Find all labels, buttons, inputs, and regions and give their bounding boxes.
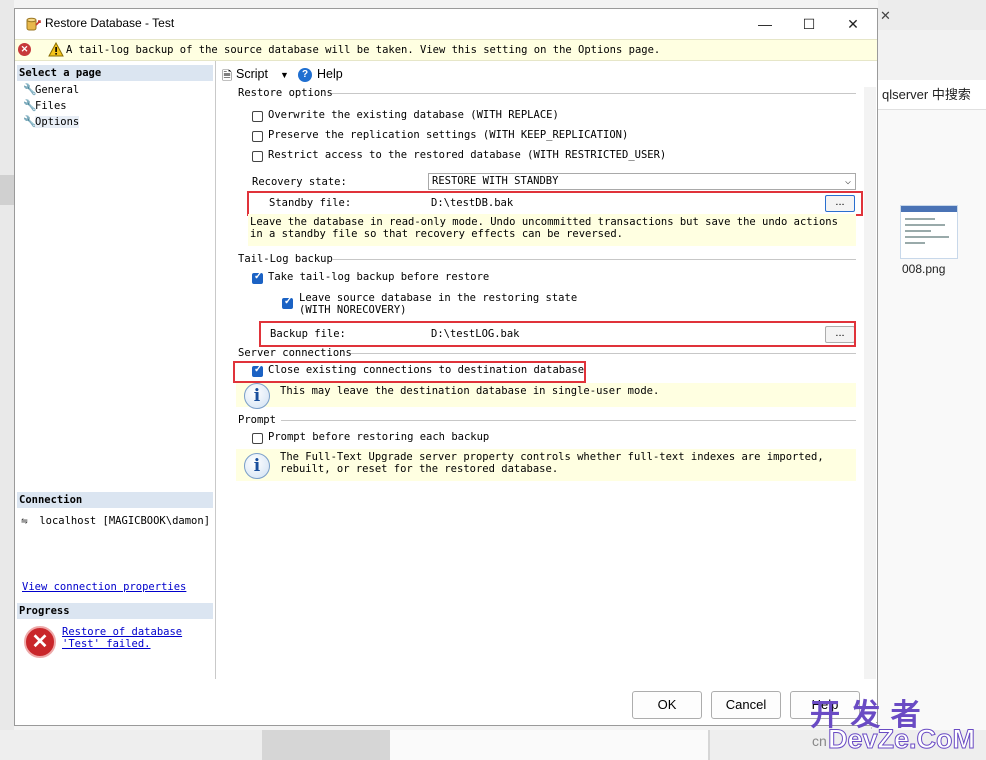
full-text-info-text: The Full-Text Upgrade server property co… bbox=[280, 451, 824, 475]
page-general[interactable]: 🔧General bbox=[23, 82, 79, 97]
background-document bbox=[262, 730, 710, 760]
recovery-state-select[interactable]: RESTORE WITH STANDBY ⌵ bbox=[428, 173, 856, 190]
server-connections-divider bbox=[351, 353, 856, 354]
connection-header: Connection bbox=[17, 492, 213, 508]
select-page-header: Select a page bbox=[17, 65, 213, 81]
chevron-down-icon: ⌵ bbox=[844, 176, 851, 187]
preserve-replication-label: Preserve the replication settings (WITH … bbox=[268, 129, 629, 141]
progress-link-line2[interactable]: 'Test' failed. bbox=[62, 638, 151, 650]
explorer-toolbar bbox=[878, 30, 986, 81]
left-pane: Select a page 🔧General 🔧Files 🔧Options C… bbox=[15, 61, 216, 679]
explorer-search-box[interactable]: qlserver 中搜索 bbox=[878, 80, 986, 110]
prompt-divider bbox=[281, 420, 856, 421]
overwrite-label: Overwrite the existing database (WITH RE… bbox=[268, 109, 559, 121]
restrict-access-checkbox[interactable] bbox=[252, 151, 263, 162]
thumbnail-label[interactable]: 008.png bbox=[902, 262, 945, 276]
tail-log-header: Tail-Log backup bbox=[238, 253, 333, 265]
tail-log-divider bbox=[332, 259, 856, 260]
script-icon: 🗎 bbox=[222, 69, 233, 83]
close-connections-highlight bbox=[233, 361, 586, 383]
cancel-button[interactable]: Cancel bbox=[711, 691, 781, 719]
standby-description: Leave the database in read-only mode. Un… bbox=[250, 216, 838, 240]
view-connection-properties-link[interactable]: View connection properties bbox=[22, 581, 186, 593]
maximize-button[interactable]: ☐ bbox=[787, 9, 831, 39]
wrench-icon: 🔧 bbox=[23, 99, 37, 112]
warning-bar: ✕ A tail-log backup of the source databa… bbox=[15, 39, 877, 61]
warning-icon bbox=[48, 42, 64, 57]
warning-message: A tail-log backup of the source database… bbox=[66, 44, 661, 56]
desktop-left-strip bbox=[0, 0, 14, 760]
single-user-info-box: i This may leave the destination databas… bbox=[236, 383, 856, 409]
progress-link-line1[interactable]: Restore of database bbox=[62, 626, 182, 638]
progress-header: Progress bbox=[17, 603, 213, 619]
leave-source-label-line2: (WITH NORECOVERY) bbox=[299, 304, 407, 316]
preserve-replication-checkbox[interactable] bbox=[252, 131, 263, 142]
progress-error-icon: ✕ bbox=[24, 626, 56, 658]
wrench-icon: 🔧 bbox=[23, 115, 37, 128]
prompt-header: Prompt bbox=[238, 414, 276, 426]
take-tail-log-checkbox[interactable] bbox=[252, 271, 263, 284]
take-tail-log-label: Take tail-log backup before restore bbox=[268, 271, 490, 283]
page-options[interactable]: 🔧Options bbox=[23, 114, 80, 129]
info-icon: i bbox=[244, 383, 270, 409]
window-title: Restore Database - Test bbox=[45, 16, 175, 30]
standby-file-highlight bbox=[247, 191, 863, 216]
ok-button[interactable]: OK bbox=[632, 691, 702, 719]
recovery-state-label: Recovery state: bbox=[252, 176, 347, 188]
script-dropdown-icon[interactable]: ▼ bbox=[280, 70, 289, 80]
server-connections-header: Server connections bbox=[238, 347, 352, 359]
overwrite-checkbox[interactable] bbox=[252, 111, 263, 122]
full-text-info-box: i The Full-Text Upgrade server property … bbox=[236, 449, 856, 481]
leave-source-label-line1: Leave source database in the restoring s… bbox=[299, 292, 578, 304]
restore-database-dialog: Restore Database - Test — ☐ ✕ ✕ A tail-l… bbox=[14, 8, 878, 730]
title-bar: Restore Database - Test — ☐ ✕ bbox=[15, 9, 877, 39]
info-icon: i bbox=[244, 453, 270, 479]
error-icon: ✕ bbox=[18, 43, 31, 56]
watermark-prefix: cn bbox=[812, 733, 827, 749]
leave-source-checkbox[interactable] bbox=[282, 296, 293, 309]
script-button[interactable]: Script bbox=[236, 67, 268, 81]
help-icon: ? bbox=[298, 68, 312, 82]
image-thumbnail[interactable] bbox=[900, 205, 958, 259]
server-connection-icon: ⇋ bbox=[21, 514, 28, 527]
backup-file-highlight bbox=[259, 321, 856, 347]
prompt-before-checkbox[interactable] bbox=[252, 433, 263, 444]
close-button[interactable]: ✕ bbox=[831, 9, 875, 39]
connection-server: ⇋ localhost [MAGICBOOK\damon] bbox=[21, 514, 211, 527]
single-user-info-text: This may leave the destination database … bbox=[280, 385, 660, 397]
vertical-scrollbar[interactable] bbox=[864, 87, 876, 679]
standby-description-box: Leave the database in read-only mode. Un… bbox=[248, 214, 856, 246]
explorer-titlebar bbox=[878, 0, 986, 31]
restore-options-header: Restore options bbox=[238, 87, 333, 99]
page-files[interactable]: 🔧Files bbox=[23, 98, 67, 113]
prompt-before-label: Prompt before restoring each backup bbox=[268, 431, 490, 443]
restrict-access-label: Restrict access to the restored database… bbox=[268, 149, 667, 161]
help-button[interactable]: Help bbox=[317, 67, 343, 81]
wrench-icon: 🔧 bbox=[23, 83, 37, 96]
watermark-bottom: DevZe.CoM bbox=[827, 724, 976, 755]
explorer-close-icon[interactable]: ✕ bbox=[880, 8, 894, 23]
restore-options-divider bbox=[332, 93, 856, 94]
database-restore-icon bbox=[26, 17, 41, 31]
minimize-button[interactable]: — bbox=[743, 9, 787, 39]
explorer-window-background bbox=[878, 0, 986, 760]
